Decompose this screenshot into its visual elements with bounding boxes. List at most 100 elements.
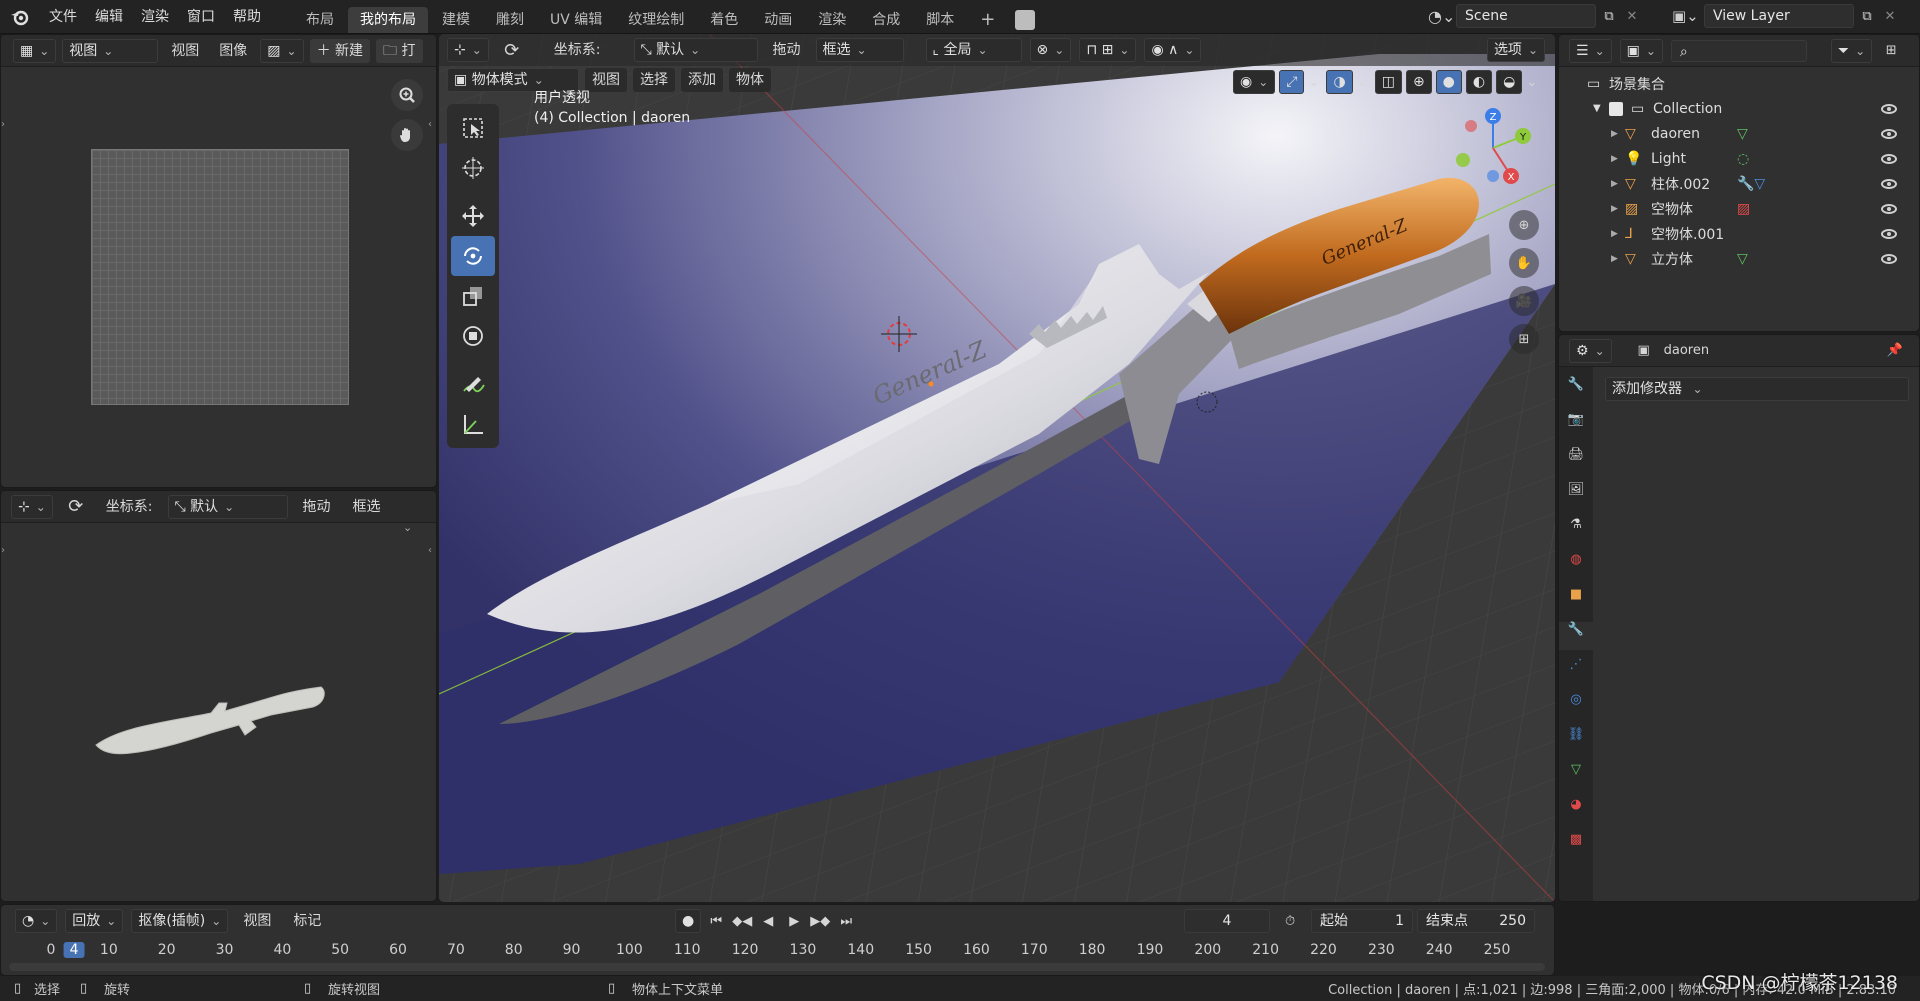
image-menu-view[interactable]: 视图 <box>164 39 206 63</box>
filter-dropdown[interactable]: ⏷ <box>1830 38 1873 63</box>
tab-my-layout[interactable]: 我的布局 <box>348 7 428 33</box>
start-frame-field[interactable]: 起始 1 <box>1311 909 1413 933</box>
preview-coord-dropdown[interactable]: ⤡ 默认 <box>167 494 288 519</box>
output-tab-icon[interactable]: 🖨 <box>1568 447 1585 475</box>
ortho-toggle-icon[interactable]: ⊞ <box>1509 324 1539 354</box>
new-view-layer-icon[interactable]: ⧉ <box>1854 9 1880 24</box>
tab-sculpt[interactable]: 雕刻 <box>484 7 536 33</box>
visibility-eye-icon[interactable] <box>1881 228 1897 239</box>
outliner-item[interactable]: ▶ ⅃ 空物体.001 <box>1559 221 1919 246</box>
camera-view-icon[interactable]: 🎥 <box>1509 286 1539 316</box>
light-data-icon[interactable]: ◌ <box>1737 151 1749 167</box>
collection-checkbox[interactable] <box>1609 101 1623 116</box>
outliner-editor-type-dropdown[interactable]: ☰ <box>1569 38 1612 63</box>
image-view-mode-dropdown[interactable]: 视图 <box>62 38 159 63</box>
tab-rendering[interactable]: 渲染 <box>806 7 858 33</box>
outliner-item[interactable]: ▶ ▽ 立方体 ▽ <box>1559 246 1919 271</box>
physics-tab-icon[interactable]: ◎ <box>1570 692 1581 720</box>
visibility-eye-icon[interactable] <box>1881 128 1897 139</box>
scene-name-field[interactable]: Scene <box>1456 4 1596 28</box>
expand-arrow-icon[interactable]: ▶ <box>1611 179 1625 189</box>
stopwatch-icon[interactable]: ⏱ <box>1285 914 1295 929</box>
play-reverse-icon[interactable]: ◀ <box>757 914 779 929</box>
scene-tab-icon[interactable]: ⚗ <box>1570 517 1582 545</box>
modifier-tab-icon[interactable]: 🔧 <box>1559 622 1593 650</box>
material-shading-icon[interactable]: ◐ <box>1465 70 1493 94</box>
new-image-button[interactable]: ＋ 新建 <box>309 38 371 63</box>
overlay-dropdown-icon[interactable]: ⌄ <box>1357 75 1371 90</box>
menu-file[interactable]: 文件 <box>40 0 86 34</box>
view-layer-field[interactable]: View Layer <box>1704 4 1854 28</box>
timeline-editor-type-dropdown[interactable]: ◔ <box>15 909 58 933</box>
next-keyframe-icon[interactable]: ▶◆ <box>809 914 831 929</box>
add-workspace-button[interactable]: + <box>968 7 1007 33</box>
view-layer-tab-icon[interactable]: 🖼 <box>1568 482 1585 510</box>
material-tab-icon[interactable]: ◕ <box>1570 797 1581 825</box>
rendered-shading-icon[interactable]: ◒ <box>1496 70 1523 94</box>
end-frame-field[interactable]: 结束点 250 <box>1417 909 1535 933</box>
visibility-eye-icon[interactable] <box>1881 253 1897 264</box>
transform-pivot-dropdown[interactable]: ⌞ 全局 <box>925 38 1022 62</box>
jump-end-icon[interactable]: ⏭ <box>835 914 857 929</box>
tab-modeling[interactable]: 建模 <box>430 7 482 33</box>
main-3d-viewport[interactable]: General-Z General-Z ⊹ ⟳ 坐标系: ⤡ 默认 拖动 框选 … <box>439 34 1555 902</box>
scale-tool[interactable] <box>451 276 495 316</box>
viewport-menu-object[interactable]: 物体 <box>729 68 771 92</box>
cursor-tool[interactable] <box>451 148 495 188</box>
texture-tab-icon[interactable]: ▩ <box>1570 832 1582 860</box>
expand-arrow-icon[interactable]: ▶ <box>1611 204 1625 214</box>
shading-dropdown-icon[interactable]: ⌄ <box>1526 75 1540 90</box>
menu-window[interactable]: 窗口 <box>178 0 224 34</box>
toolbar-expand-arrow[interactable]: › <box>1 119 9 133</box>
navigation-gizmo[interactable]: Z Y X <box>1449 104 1537 192</box>
gizmo-dropdown-icon[interactable]: ⌄ <box>1308 75 1322 90</box>
expand-arrow-icon[interactable]: ▶ <box>1611 229 1625 239</box>
delete-scene-icon[interactable]: ✕ <box>1622 9 1642 24</box>
drag-label[interactable]: 拖动 <box>766 38 808 62</box>
preview-sidebar-arrow[interactable]: ‹ <box>428 545 432 556</box>
expand-arrow-icon[interactable]: ▶ <box>1611 129 1625 139</box>
record-icon[interactable]: ● <box>675 909 702 933</box>
image-menu-image[interactable]: 图像 <box>212 39 254 63</box>
keying-dropdown[interactable]: 抠像(插帧) <box>131 909 229 933</box>
render-tab-icon[interactable]: 📷 <box>1568 412 1584 440</box>
tab-animation[interactable]: 动画 <box>752 7 804 33</box>
playback-dropdown[interactable]: 回放 <box>65 909 124 933</box>
world-tab-icon[interactable]: ◍ <box>1570 552 1581 580</box>
timeline-menu-markers[interactable]: 标记 <box>286 909 328 933</box>
timeline-scrollbar[interactable] <box>9 963 1545 971</box>
collection-row[interactable]: ▼ ▭ Collection <box>1559 96 1919 121</box>
pan-view-icon[interactable]: ✋ <box>1509 248 1539 278</box>
tab-texture-paint[interactable]: 纹理绘制 <box>616 7 696 33</box>
options-dropdown[interactable]: 选项 <box>1486 38 1545 62</box>
add-modifier-dropdown[interactable]: 添加修改器 <box>1605 377 1909 401</box>
collection-visibility-icon[interactable] <box>1881 103 1897 114</box>
image-canvas-grid[interactable] <box>91 149 349 405</box>
transform-pivot-icon[interactable]: ⟳ <box>61 496 91 517</box>
prev-keyframe-icon[interactable]: ◆◀ <box>731 914 753 929</box>
pan-hand-icon[interactable] <box>391 119 423 151</box>
scene-collection-row[interactable]: ▭ 场景集合 <box>1559 71 1919 96</box>
workspace-menu-icon[interactable] <box>1015 10 1036 30</box>
new-scene-icon[interactable]: ⧉ <box>1596 9 1622 24</box>
open-image-button[interactable]: 🗀 打 <box>376 38 423 63</box>
tab-scripting[interactable]: 脚本 <box>914 7 966 33</box>
visibility-dropdown[interactable]: ◉ <box>1233 70 1276 94</box>
wireframe-shading-icon[interactable]: ⊕ <box>1405 70 1432 94</box>
tab-uv-editing[interactable]: UV 编辑 <box>538 7 614 33</box>
solid-shading-icon[interactable]: ● <box>1435 70 1462 94</box>
measure-tool[interactable] <box>451 404 495 444</box>
expand-arrow-icon[interactable]: ▶ <box>1611 154 1625 164</box>
image-browse-dropdown[interactable]: ▨ <box>260 38 304 63</box>
move-tool[interactable] <box>451 196 495 236</box>
constraints-tab-icon[interactable]: ⛓ <box>1568 727 1585 755</box>
outliner-search-input[interactable]: ⌕ <box>1670 39 1807 62</box>
preview-select-mode[interactable]: 框选 <box>346 495 388 519</box>
outliner-item[interactable]: ▶ ▨ 空物体 ▨ <box>1559 196 1919 221</box>
visibility-eye-icon[interactable] <box>1881 153 1897 164</box>
modifier-mesh-icon[interactable]: 🔧▽ <box>1737 176 1765 192</box>
viewport-editor-type-dropdown[interactable]: ⊹ <box>447 38 489 62</box>
gizmo-toggle[interactable]: ⤢ <box>1279 70 1305 94</box>
blender-logo-icon[interactable] <box>0 0 40 34</box>
rotate-tool[interactable] <box>451 236 495 276</box>
